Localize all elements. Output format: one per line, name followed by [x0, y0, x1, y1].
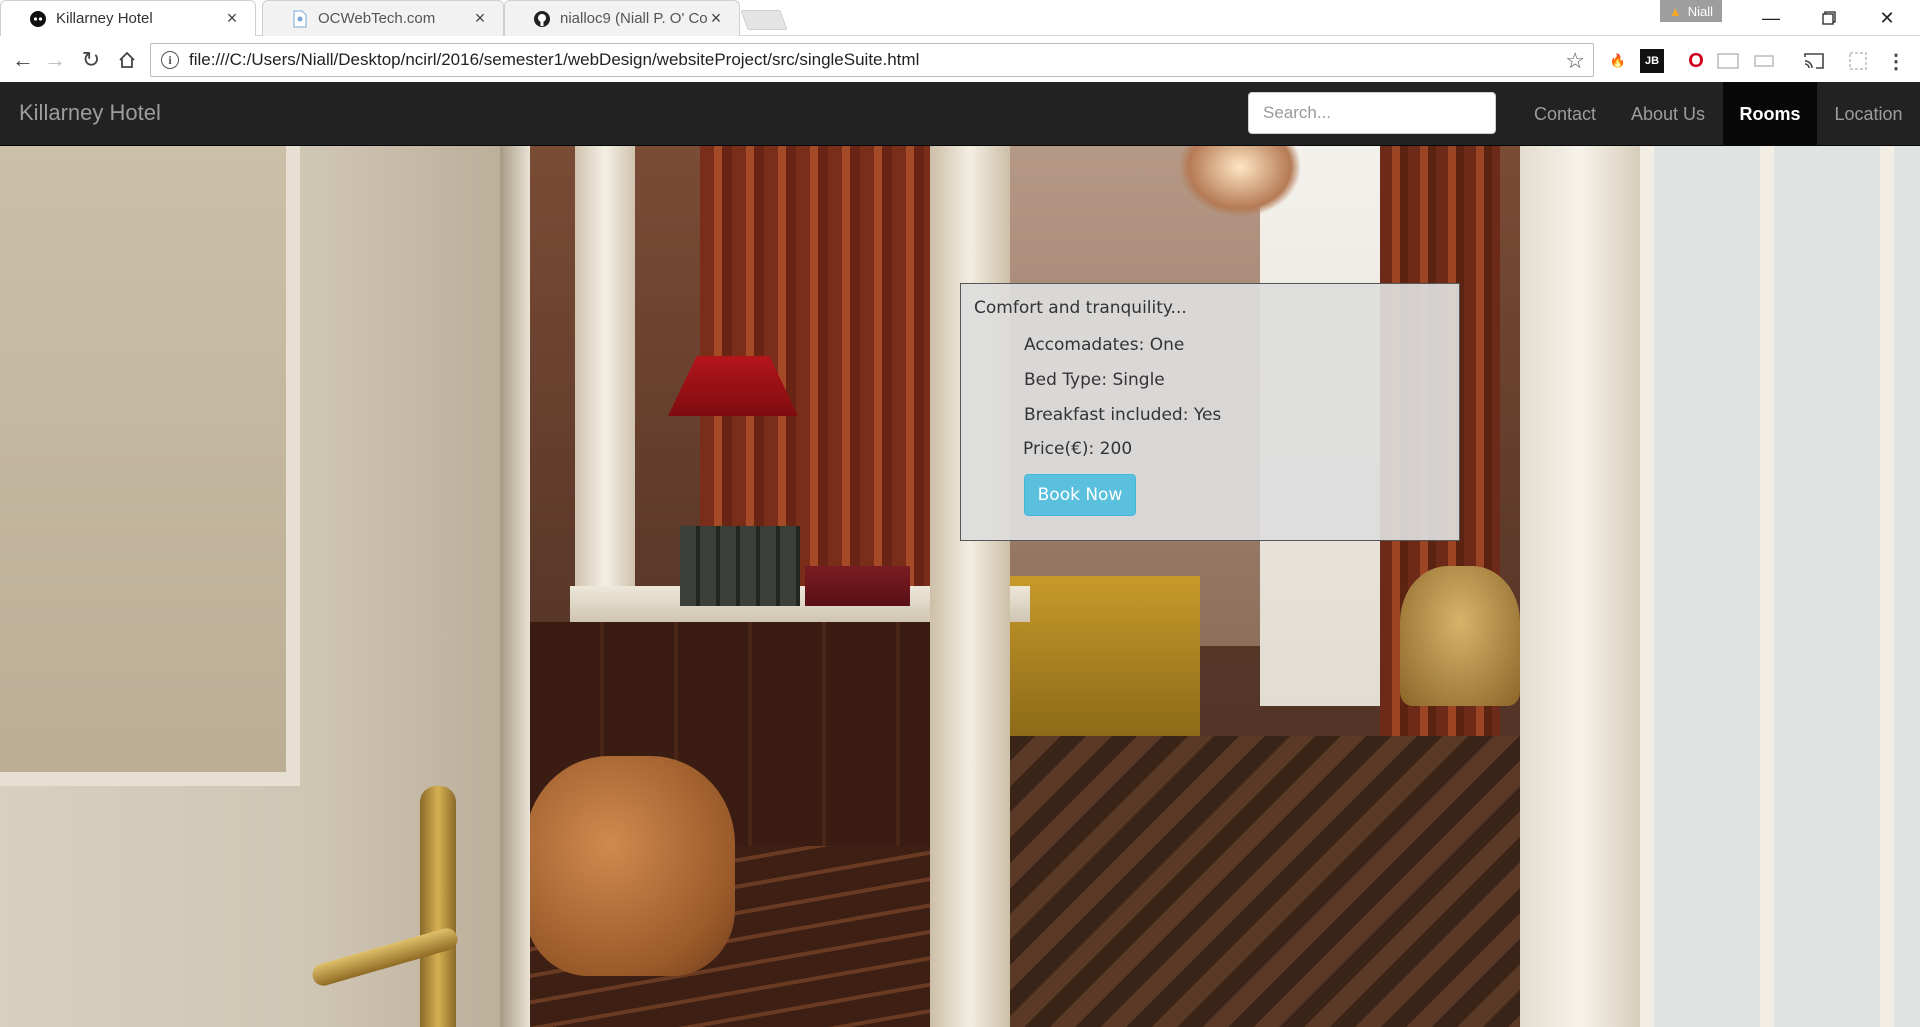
photo-chandelier	[1180, 146, 1300, 216]
photo-bag	[525, 756, 735, 976]
close-tab-icon[interactable]: ×	[471, 8, 489, 29]
nav-rooms[interactable]: Rooms	[1723, 82, 1817, 146]
tab-label: nialloc9 (Niall P. O' Conn	[560, 10, 707, 27]
jetbrains-extension-icon[interactable]: JB	[1640, 49, 1664, 73]
restore-icon[interactable]	[1800, 0, 1858, 36]
extension-icon[interactable]	[1752, 49, 1776, 73]
search-input[interactable]	[1248, 92, 1496, 134]
photo-door-edge	[500, 146, 530, 1027]
github-icon	[533, 10, 551, 28]
cast-icon[interactable]	[1802, 49, 1826, 73]
back-icon[interactable]: ←	[8, 45, 38, 75]
photo-books	[805, 566, 910, 606]
bookmark-star-icon[interactable]: ☆	[1565, 48, 1585, 74]
browser-tabstrip: Killarney Hotel × OCWebTech.com × niallo…	[0, 0, 1920, 36]
menu-icon[interactable]: ⋮	[1884, 49, 1908, 73]
minimize-icon[interactable]: —	[1742, 0, 1800, 36]
photo-pillar	[930, 146, 1010, 1027]
close-tab-icon[interactable]: ×	[223, 8, 241, 29]
photo-bed	[1010, 576, 1200, 736]
flame-extension-icon[interactable]: 🔥	[1606, 49, 1630, 73]
page-icon	[291, 10, 309, 28]
photo-door-panel	[0, 146, 300, 786]
photo-french-window	[1640, 146, 1920, 1027]
photo-door-handle-plate	[420, 786, 456, 1027]
browser-toolbar: ← → ↻ i file:///C:/Users/Niall/Desktop/n…	[0, 37, 1920, 83]
suite-bed-type: Bed Type: Single	[1024, 370, 1165, 390]
favicon-icon	[29, 10, 47, 28]
warning-icon: ▲	[1668, 3, 1682, 19]
book-now-button[interactable]: Book Now	[1024, 474, 1136, 516]
nav-about-us[interactable]: About Us	[1613, 82, 1723, 146]
room-photo	[0, 146, 1920, 1027]
suite-info-card: Comfort and tranquility... Accomadates: …	[960, 283, 1460, 541]
suite-accommodates: Accomadates: One	[1024, 335, 1185, 355]
extension-icon[interactable]	[1716, 49, 1740, 73]
home-icon[interactable]	[112, 45, 142, 75]
opera-extension-icon[interactable]: O	[1684, 49, 1708, 73]
photo-floor	[1010, 736, 1520, 1027]
photo-armchair	[1400, 566, 1520, 706]
address-bar[interactable]: i file:///C:/Users/Niall/Desktop/ncirl/2…	[150, 43, 1594, 77]
suite-lead: Comfort and tranquility...	[974, 298, 1187, 318]
tab-label: OCWebTech.com	[318, 10, 436, 27]
tab-github[interactable]: nialloc9 (Niall P. O' Conn ×	[504, 0, 740, 36]
brand-link[interactable]: Killarney Hotel	[19, 100, 161, 126]
site-info-icon[interactable]: i	[161, 51, 179, 69]
suite-price: Price(€): 200	[1023, 439, 1133, 459]
photo-pillar	[1520, 146, 1640, 1027]
forward-icon[interactable]: →	[40, 45, 70, 75]
site-navbar: Killarney Hotel Contact About Us Rooms L…	[0, 82, 1920, 146]
nav-location[interactable]: Location	[1817, 82, 1920, 146]
close-tab-icon[interactable]: ×	[707, 8, 725, 29]
tab-label: Killarney Hotel	[56, 10, 153, 27]
close-window-icon[interactable]: ✕	[1858, 0, 1916, 36]
tab-killarney-hotel[interactable]: Killarney Hotel ×	[0, 0, 256, 36]
url-text: file:///C:/Users/Niall/Desktop/ncirl/201…	[189, 50, 920, 69]
nav-contact[interactable]: Contact	[1517, 82, 1613, 146]
reload-icon[interactable]: ↻	[76, 45, 106, 75]
profile-name: Niall	[1687, 3, 1714, 19]
suite-breakfast: Breakfast included: Yes	[1024, 405, 1222, 425]
extension-icon[interactable]	[1846, 49, 1870, 73]
profile-button[interactable]: ▲ Niall	[1660, 0, 1722, 22]
new-tab-button[interactable]	[740, 10, 788, 30]
photo-pillar	[575, 146, 635, 606]
photo-books	[680, 526, 800, 606]
tab-ocwebtech[interactable]: OCWebTech.com ×	[262, 0, 504, 36]
